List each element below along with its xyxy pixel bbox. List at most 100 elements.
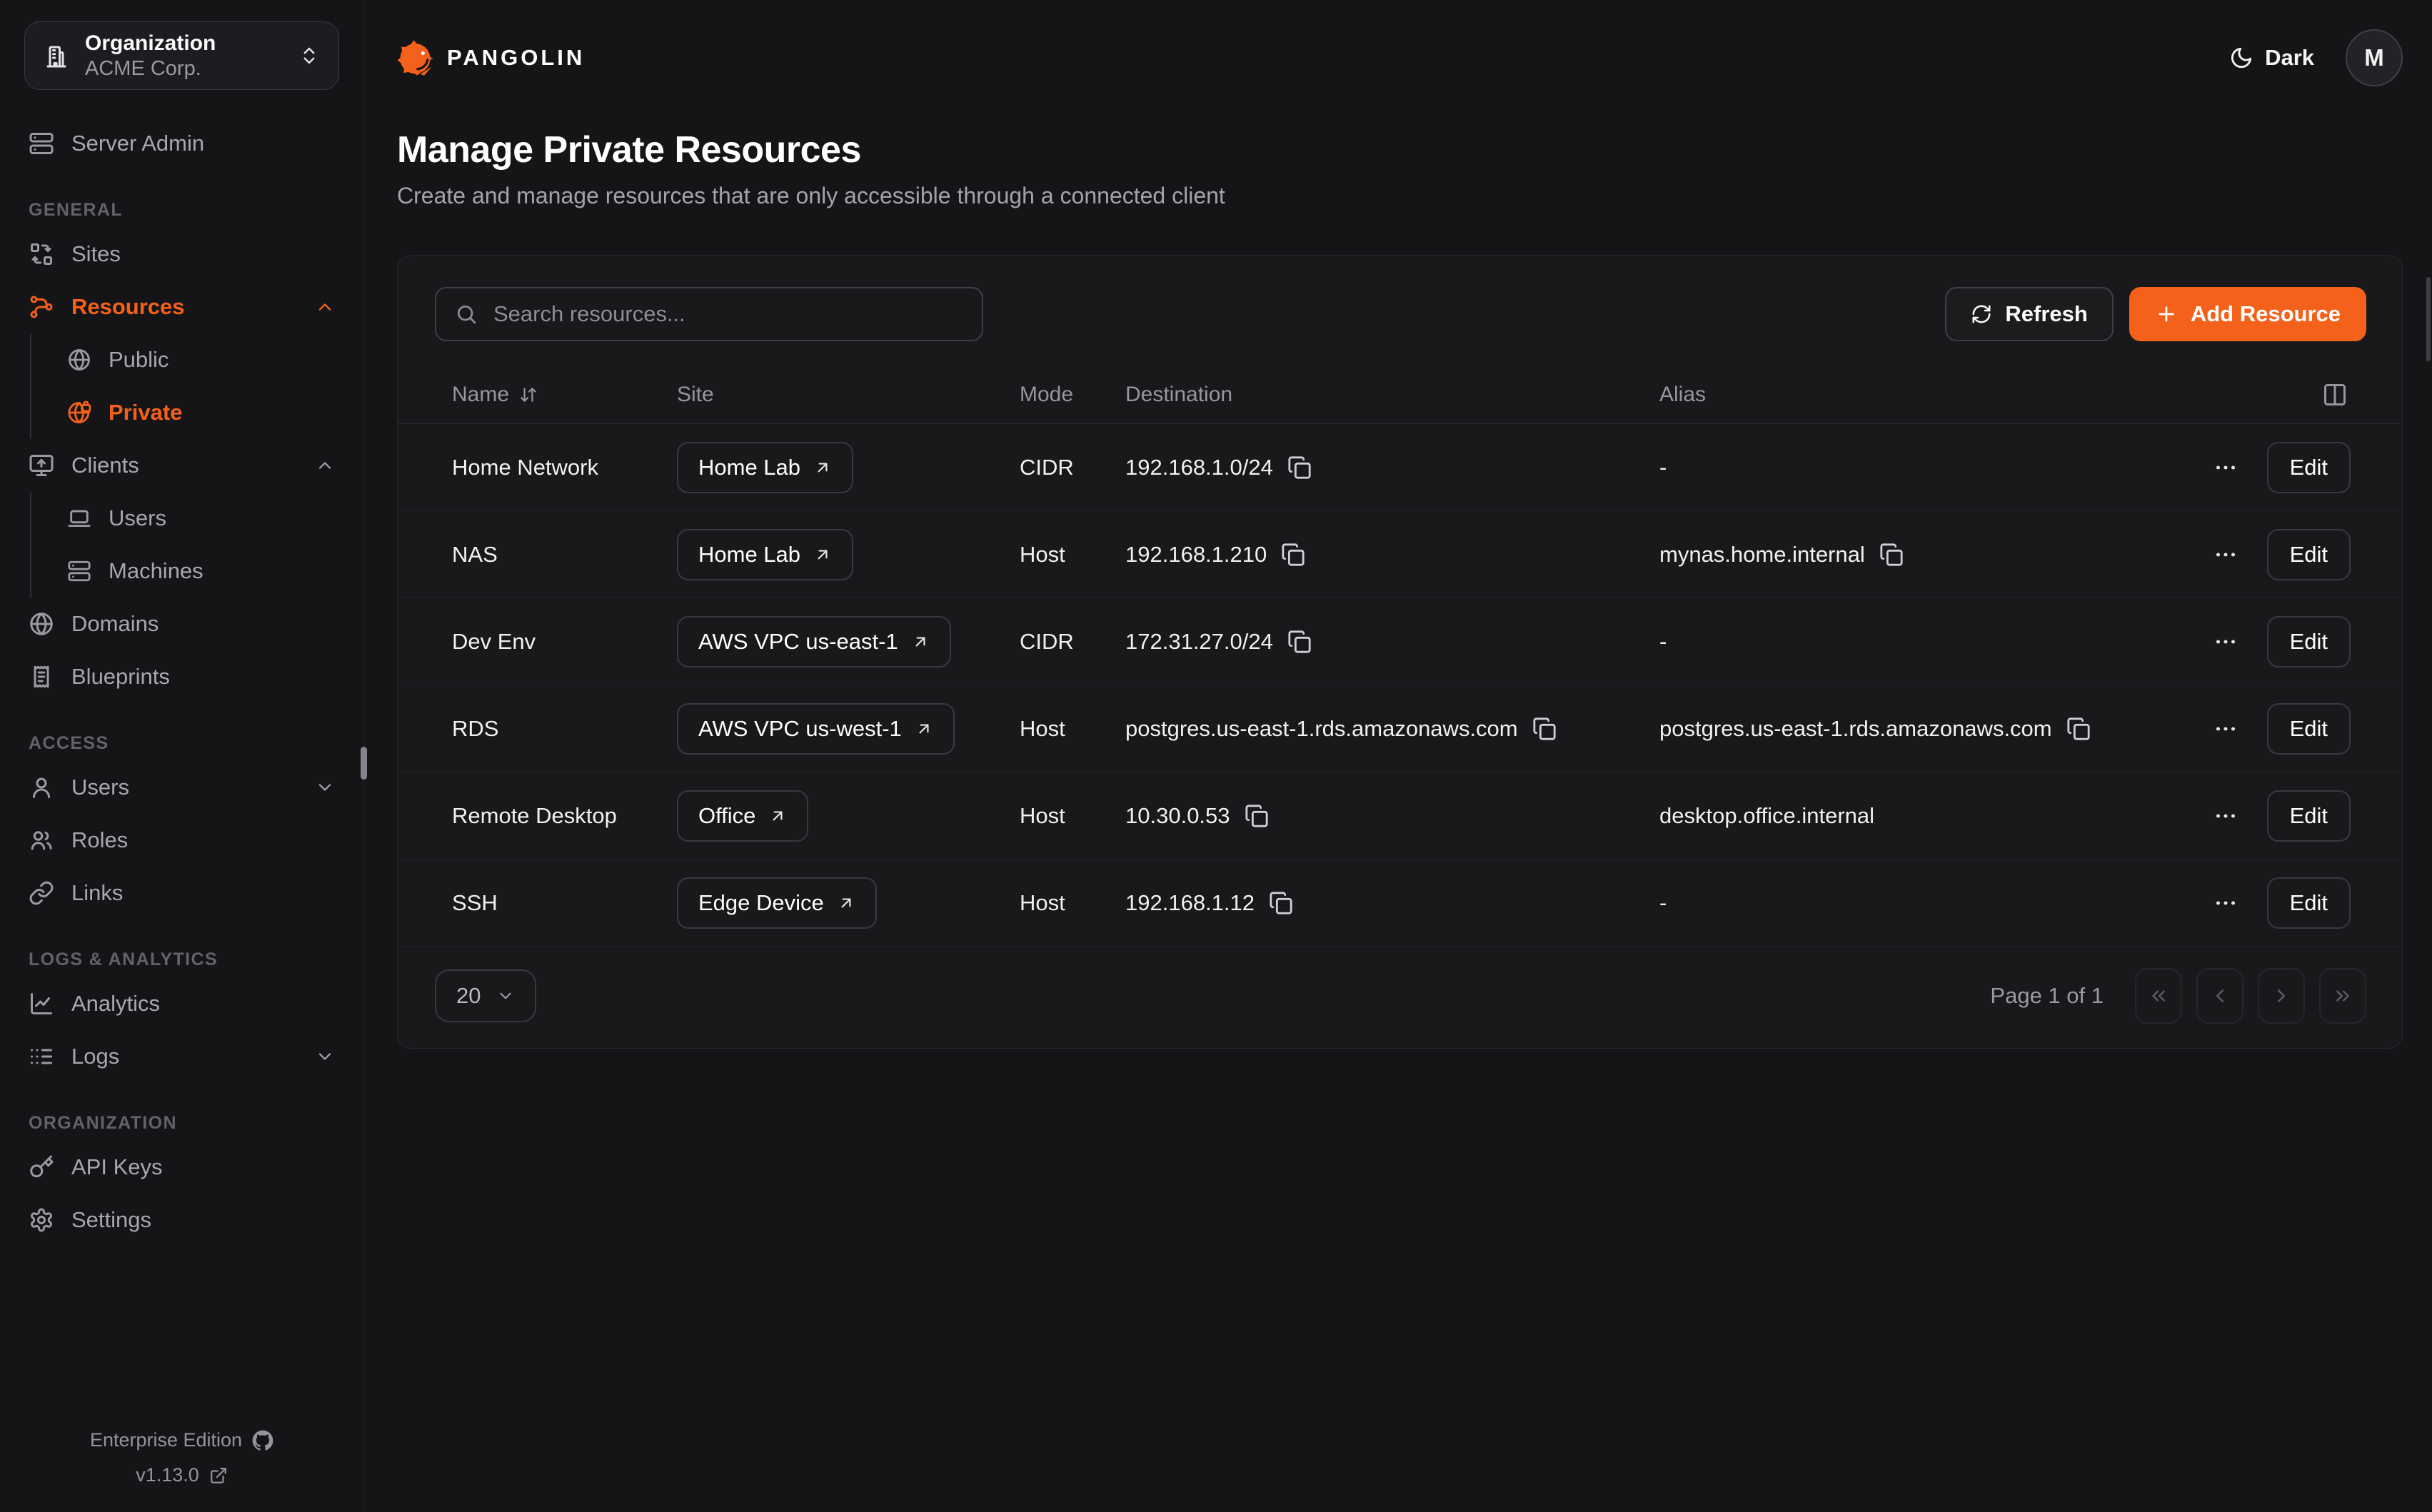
sidebar-item-public[interactable]: Public xyxy=(63,333,339,386)
refresh-button[interactable]: Refresh xyxy=(1945,287,2113,341)
chevrons-up-down-icon xyxy=(298,45,320,66)
sidebar-item-analytics[interactable]: Analytics xyxy=(24,977,339,1030)
sidebar-item-users[interactable]: Users xyxy=(24,761,339,814)
more-actions-icon[interactable] xyxy=(2213,542,2238,568)
page-size-value: 20 xyxy=(456,983,481,1009)
server-icon xyxy=(29,131,54,156)
sidebar-item-links[interactable]: Links xyxy=(24,867,339,919)
sort-icon[interactable] xyxy=(519,385,538,404)
copy-icon[interactable] xyxy=(1245,804,1269,828)
site-link[interactable]: Edge Device xyxy=(677,877,877,929)
site-name: Home Lab xyxy=(698,542,800,568)
chevrons-left-icon xyxy=(2148,985,2169,1007)
sidebar-item-api-keys[interactable]: API Keys xyxy=(24,1141,339,1194)
sidebar-item-label: Public xyxy=(109,347,169,373)
resource-mode: CIDR xyxy=(1020,455,1125,480)
copy-icon[interactable] xyxy=(1269,891,1293,915)
sidebar-item-machines[interactable]: Machines xyxy=(63,545,339,598)
copy-icon[interactable] xyxy=(1281,543,1305,567)
pagination-controls: Page 1 of 1 xyxy=(1990,968,2366,1024)
edit-button[interactable]: Edit xyxy=(2267,703,2351,755)
main-content: PANGOLIN Dark M Manage Private Resources… xyxy=(364,0,2432,1512)
column-destination: Destination xyxy=(1125,383,1232,407)
edit-button[interactable]: Edit xyxy=(2267,790,2351,842)
copy-icon[interactable] xyxy=(1879,543,1904,567)
user-icon xyxy=(29,775,54,800)
columns-icon[interactable] xyxy=(2322,382,2348,408)
sidebar-item-private[interactable]: Private xyxy=(63,386,339,439)
table-row: Home Network Home Lab CIDR 192.168.1.0/2… xyxy=(398,424,2402,511)
more-actions-icon[interactable] xyxy=(2213,716,2238,742)
sidebar-item-client-users[interactable]: Users xyxy=(63,492,339,545)
resource-mode: Host xyxy=(1020,890,1125,916)
sidebar-item-clients[interactable]: Clients xyxy=(24,439,339,492)
more-actions-icon[interactable] xyxy=(2213,629,2238,655)
sidebar-item-domains[interactable]: Domains xyxy=(24,598,339,650)
page-size-select[interactable]: 20 xyxy=(435,969,536,1022)
copy-icon[interactable] xyxy=(1287,630,1312,654)
sidebar-item-sites[interactable]: Sites xyxy=(24,228,339,281)
avatar[interactable]: M xyxy=(2346,29,2403,86)
clients-subnav: Users Machines xyxy=(30,492,339,598)
resource-name: Home Network xyxy=(452,455,677,480)
sidebar-item-label: Analytics xyxy=(71,991,160,1017)
edit-button[interactable]: Edit xyxy=(2267,529,2351,580)
chevron-down-icon xyxy=(315,1047,335,1067)
sidebar-item-resources[interactable]: Resources xyxy=(24,281,339,333)
sidebar-item-settings[interactable]: Settings xyxy=(24,1194,339,1246)
table-row: NAS Home Lab Host 192.168.1.210 mynas.ho… xyxy=(398,511,2402,598)
section-organization: ORGANIZATION xyxy=(29,1113,335,1134)
site-name: Home Lab xyxy=(698,455,800,480)
search-input[interactable] xyxy=(492,301,963,328)
copy-icon[interactable] xyxy=(1287,455,1312,480)
brand-name: PANGOLIN xyxy=(447,45,585,71)
resource-name: RDS xyxy=(452,716,677,742)
add-resource-label: Add Resource xyxy=(2191,301,2341,327)
edition-link[interactable]: Enterprise Edition xyxy=(90,1429,273,1451)
edit-button[interactable]: Edit xyxy=(2267,877,2351,929)
globe-lock-icon xyxy=(67,400,91,425)
site-link[interactable]: Home Lab xyxy=(677,442,853,493)
org-selector[interactable]: Organization ACME Corp. xyxy=(24,21,339,90)
brand[interactable]: PANGOLIN xyxy=(397,39,585,76)
resource-name: Remote Desktop xyxy=(452,803,677,829)
more-actions-icon[interactable] xyxy=(2213,803,2238,829)
site-link[interactable]: Office xyxy=(677,790,808,842)
last-page-button[interactable] xyxy=(2319,968,2366,1024)
resource-name: Dev Env xyxy=(452,629,677,655)
add-resource-button[interactable]: Add Resource xyxy=(2129,287,2366,341)
sidebar-resize-handle[interactable] xyxy=(361,747,367,780)
sidebar-item-logs[interactable]: Logs xyxy=(24,1030,339,1083)
resource-destination: 192.168.1.210 xyxy=(1125,542,1267,568)
column-mode: Mode xyxy=(1020,383,1073,407)
sidebar-item-roles[interactable]: Roles xyxy=(24,814,339,867)
page-subtitle: Create and manage resources that are onl… xyxy=(397,183,2403,209)
refresh-label: Refresh xyxy=(2005,301,2087,327)
column-name: Name xyxy=(452,383,509,407)
top-actions: Dark M xyxy=(2229,29,2403,86)
copy-icon[interactable] xyxy=(1532,717,1557,741)
site-link[interactable]: AWS VPC us-west-1 xyxy=(677,703,955,755)
sidebar-item-blueprints[interactable]: Blueprints xyxy=(24,650,339,703)
resource-mode: Host xyxy=(1020,803,1125,829)
site-name: Edge Device xyxy=(698,890,824,916)
sidebar-item-label: Users xyxy=(109,505,166,531)
scroll-text-icon xyxy=(29,664,54,690)
site-link[interactable]: Home Lab xyxy=(677,529,853,580)
site-link[interactable]: AWS VPC us-east-1 xyxy=(677,616,951,667)
next-page-button[interactable] xyxy=(2258,968,2305,1024)
copy-icon[interactable] xyxy=(2066,717,2091,741)
arrow-up-right-icon xyxy=(837,894,855,912)
previous-page-button[interactable] xyxy=(2196,968,2243,1024)
edit-button[interactable]: Edit xyxy=(2267,616,2351,667)
page-scrollbar[interactable] xyxy=(2426,277,2431,361)
arrow-up-right-icon xyxy=(915,720,933,738)
theme-toggle[interactable]: Dark xyxy=(2229,45,2314,71)
first-page-button[interactable] xyxy=(2135,968,2182,1024)
edit-button[interactable]: Edit xyxy=(2267,442,2351,493)
more-actions-icon[interactable] xyxy=(2213,890,2238,916)
sidebar-item-server-admin[interactable]: Server Admin xyxy=(24,117,339,170)
more-actions-icon[interactable] xyxy=(2213,455,2238,480)
sidebar-item-label: Logs xyxy=(71,1044,119,1069)
version-link[interactable]: v1.13.0 xyxy=(136,1464,228,1486)
